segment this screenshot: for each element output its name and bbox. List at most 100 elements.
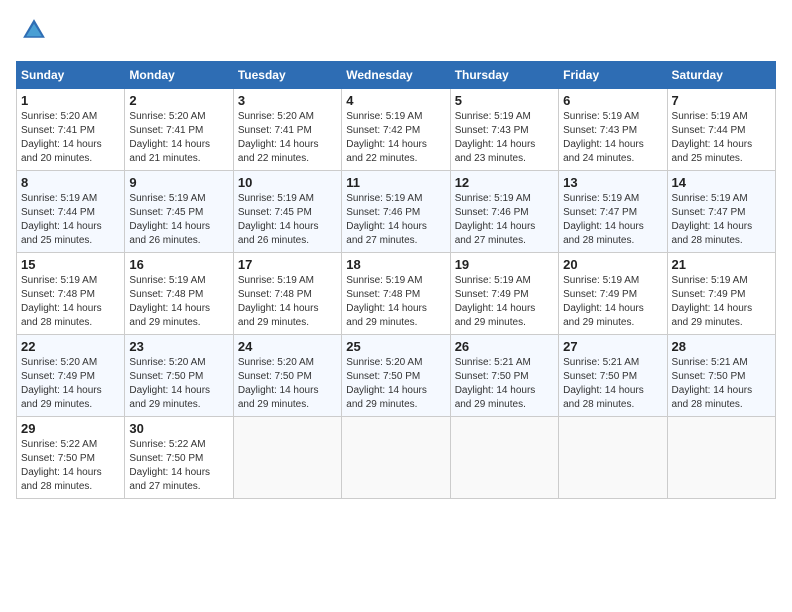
day-number: 7 bbox=[672, 93, 771, 108]
calendar-day-cell bbox=[450, 417, 558, 499]
day-number: 13 bbox=[563, 175, 662, 190]
calendar-day-cell: 15 Sunrise: 5:19 AMSunset: 7:48 PMDayligh… bbox=[17, 253, 125, 335]
day-of-week-header: Friday bbox=[559, 62, 667, 89]
day-number: 6 bbox=[563, 93, 662, 108]
day-number: 16 bbox=[129, 257, 228, 272]
day-of-week-header: Wednesday bbox=[342, 62, 450, 89]
calendar-day-cell: 2 Sunrise: 5:20 AMSunset: 7:41 PMDaylight… bbox=[125, 89, 233, 171]
calendar-day-cell: 3 Sunrise: 5:20 AMSunset: 7:41 PMDaylight… bbox=[233, 89, 341, 171]
day-info: Sunrise: 5:19 AMSunset: 7:45 PMDaylight:… bbox=[238, 192, 337, 248]
day-number: 18 bbox=[346, 257, 445, 272]
day-info: Sunrise: 5:20 AMSunset: 7:50 PMDaylight:… bbox=[346, 356, 445, 412]
day-info: Sunrise: 5:19 AMSunset: 7:43 PMDaylight:… bbox=[563, 110, 662, 166]
day-number: 3 bbox=[238, 93, 337, 108]
day-info: Sunrise: 5:19 AMSunset: 7:49 PMDaylight:… bbox=[455, 274, 554, 330]
calendar-week-row: 22 Sunrise: 5:20 AMSunset: 7:49 PMDayligh… bbox=[17, 335, 776, 417]
day-of-week-header: Monday bbox=[125, 62, 233, 89]
day-info: Sunrise: 5:22 AMSunset: 7:50 PMDaylight:… bbox=[129, 438, 228, 494]
calendar-day-cell bbox=[342, 417, 450, 499]
calendar-day-cell: 10 Sunrise: 5:19 AMSunset: 7:45 PMDayligh… bbox=[233, 171, 341, 253]
logo-icon bbox=[20, 16, 48, 44]
day-number: 21 bbox=[672, 257, 771, 272]
day-info: Sunrise: 5:20 AMSunset: 7:41 PMDaylight:… bbox=[129, 110, 228, 166]
page-header bbox=[16, 16, 776, 49]
calendar-day-cell: 27 Sunrise: 5:21 AMSunset: 7:50 PMDayligh… bbox=[559, 335, 667, 417]
day-number: 9 bbox=[129, 175, 228, 190]
day-of-week-header: Tuesday bbox=[233, 62, 341, 89]
day-number: 11 bbox=[346, 175, 445, 190]
day-number: 26 bbox=[455, 339, 554, 354]
day-number: 27 bbox=[563, 339, 662, 354]
day-number: 30 bbox=[129, 421, 228, 436]
calendar-day-cell: 21 Sunrise: 5:19 AMSunset: 7:49 PMDayligh… bbox=[667, 253, 775, 335]
day-number: 1 bbox=[21, 93, 120, 108]
calendar-day-cell: 5Sunrise: 5:19 AMSunset: 7:43 PMDaylight… bbox=[450, 89, 558, 171]
day-info: Sunrise: 5:20 AMSunset: 7:41 PMDaylight:… bbox=[238, 110, 337, 166]
day-info: Sunrise: 5:19 AMSunset: 7:48 PMDaylight:… bbox=[21, 274, 120, 330]
day-number: 20 bbox=[563, 257, 662, 272]
day-info: Sunrise: 5:21 AMSunset: 7:50 PMDaylight:… bbox=[563, 356, 662, 412]
day-info: Sunrise: 5:19 AMSunset: 7:46 PMDaylight:… bbox=[346, 192, 445, 248]
calendar-header-row: SundayMondayTuesdayWednesdayThursdayFrid… bbox=[17, 62, 776, 89]
calendar-day-cell: 22 Sunrise: 5:20 AMSunset: 7:49 PMDayligh… bbox=[17, 335, 125, 417]
day-info: Sunrise: 5:19 AMSunset: 7:48 PMDaylight:… bbox=[129, 274, 228, 330]
day-info: Sunrise: 5:19 AMSunset: 7:47 PMDaylight:… bbox=[563, 192, 662, 248]
calendar-day-cell: 23Sunrise: 5:20 AMSunset: 7:50 PMDayligh… bbox=[125, 335, 233, 417]
day-number: 15 bbox=[21, 257, 120, 272]
calendar-day-cell bbox=[559, 417, 667, 499]
day-number: 8 bbox=[21, 175, 120, 190]
calendar-day-cell bbox=[667, 417, 775, 499]
day-number: 12 bbox=[455, 175, 554, 190]
day-info: Sunrise: 5:21 AMSunset: 7:50 PMDaylight:… bbox=[455, 356, 554, 412]
calendar-week-row: 8 Sunrise: 5:19 AMSunset: 7:44 PMDaylight… bbox=[17, 171, 776, 253]
day-number: 4 bbox=[346, 93, 445, 108]
day-info: Sunrise: 5:19 AMSunset: 7:46 PMDaylight:… bbox=[455, 192, 554, 248]
calendar-day-cell: 20 Sunrise: 5:19 AMSunset: 7:49 PMDayligh… bbox=[559, 253, 667, 335]
day-info: Sunrise: 5:19 AMSunset: 7:49 PMDaylight:… bbox=[672, 274, 771, 330]
day-info: Sunrise: 5:19 AMSunset: 7:49 PMDaylight:… bbox=[563, 274, 662, 330]
day-info: Sunrise: 5:19 AMSunset: 7:48 PMDaylight:… bbox=[238, 274, 337, 330]
day-number: 2 bbox=[129, 93, 228, 108]
calendar-day-cell: 8 Sunrise: 5:19 AMSunset: 7:44 PMDaylight… bbox=[17, 171, 125, 253]
day-number: 25 bbox=[346, 339, 445, 354]
day-number: 17 bbox=[238, 257, 337, 272]
calendar-week-row: 1 Sunrise: 5:20 AMSunset: 7:41 PMDaylight… bbox=[17, 89, 776, 171]
day-info: Sunrise: 5:20 AMSunset: 7:49 PMDaylight:… bbox=[21, 356, 120, 412]
calendar-day-cell: 25 Sunrise: 5:20 AMSunset: 7:50 PMDayligh… bbox=[342, 335, 450, 417]
day-info: Sunrise: 5:19 AMSunset: 7:45 PMDaylight:… bbox=[129, 192, 228, 248]
calendar-day-cell bbox=[233, 417, 341, 499]
calendar-day-cell: 9 Sunrise: 5:19 AMSunset: 7:45 PMDaylight… bbox=[125, 171, 233, 253]
day-info: Sunrise: 5:20 AMSunset: 7:41 PMDaylight:… bbox=[21, 110, 120, 166]
day-number: 10 bbox=[238, 175, 337, 190]
calendar-day-cell: 12 Sunrise: 5:19 AMSunset: 7:46 PMDayligh… bbox=[450, 171, 558, 253]
day-of-week-header: Saturday bbox=[667, 62, 775, 89]
calendar-day-cell: 6 Sunrise: 5:19 AMSunset: 7:43 PMDaylight… bbox=[559, 89, 667, 171]
day-info: Sunrise: 5:22 AMSunset: 7:50 PMDaylight:… bbox=[21, 438, 120, 494]
calendar-day-cell: 1 Sunrise: 5:20 AMSunset: 7:41 PMDaylight… bbox=[17, 89, 125, 171]
calendar-day-cell: 16 Sunrise: 5:19 AMSunset: 7:48 PMDayligh… bbox=[125, 253, 233, 335]
logo bbox=[16, 16, 50, 49]
calendar-week-row: 29 Sunrise: 5:22 AMSunset: 7:50 PMDayligh… bbox=[17, 417, 776, 499]
calendar-day-cell: 14Sunrise: 5:19 AMSunset: 7:47 PMDayligh… bbox=[667, 171, 775, 253]
day-number: 24 bbox=[238, 339, 337, 354]
day-number: 19 bbox=[455, 257, 554, 272]
day-number: 5 bbox=[455, 93, 554, 108]
day-info: Sunrise: 5:21 AMSunset: 7:50 PMDaylight:… bbox=[672, 356, 771, 412]
calendar-day-cell: 19 Sunrise: 5:19 AMSunset: 7:49 PMDayligh… bbox=[450, 253, 558, 335]
calendar-day-cell: 7 Sunrise: 5:19 AMSunset: 7:44 PMDaylight… bbox=[667, 89, 775, 171]
calendar-week-row: 15 Sunrise: 5:19 AMSunset: 7:48 PMDayligh… bbox=[17, 253, 776, 335]
calendar-table: SundayMondayTuesdayWednesdayThursdayFrid… bbox=[16, 61, 776, 499]
day-number: 29 bbox=[21, 421, 120, 436]
day-number: 22 bbox=[21, 339, 120, 354]
day-of-week-header: Thursday bbox=[450, 62, 558, 89]
day-of-week-header: Sunday bbox=[17, 62, 125, 89]
day-info: Sunrise: 5:20 AMSunset: 7:50 PMDaylight:… bbox=[238, 356, 337, 412]
day-info: Sunrise: 5:19 AMSunset: 7:44 PMDaylight:… bbox=[672, 110, 771, 166]
calendar-day-cell: 17 Sunrise: 5:19 AMSunset: 7:48 PMDayligh… bbox=[233, 253, 341, 335]
calendar-day-cell: 26 Sunrise: 5:21 AMSunset: 7:50 PMDayligh… bbox=[450, 335, 558, 417]
day-number: 23 bbox=[129, 339, 228, 354]
day-info: Sunrise: 5:19 AMSunset: 7:48 PMDaylight:… bbox=[346, 274, 445, 330]
day-info: Sunrise: 5:19 AMSunset: 7:47 PMDaylight:… bbox=[672, 192, 771, 248]
day-info: Sunrise: 5:19 AMSunset: 7:44 PMDaylight:… bbox=[21, 192, 120, 248]
calendar-day-cell: 30 Sunrise: 5:22 AMSunset: 7:50 PMDayligh… bbox=[125, 417, 233, 499]
